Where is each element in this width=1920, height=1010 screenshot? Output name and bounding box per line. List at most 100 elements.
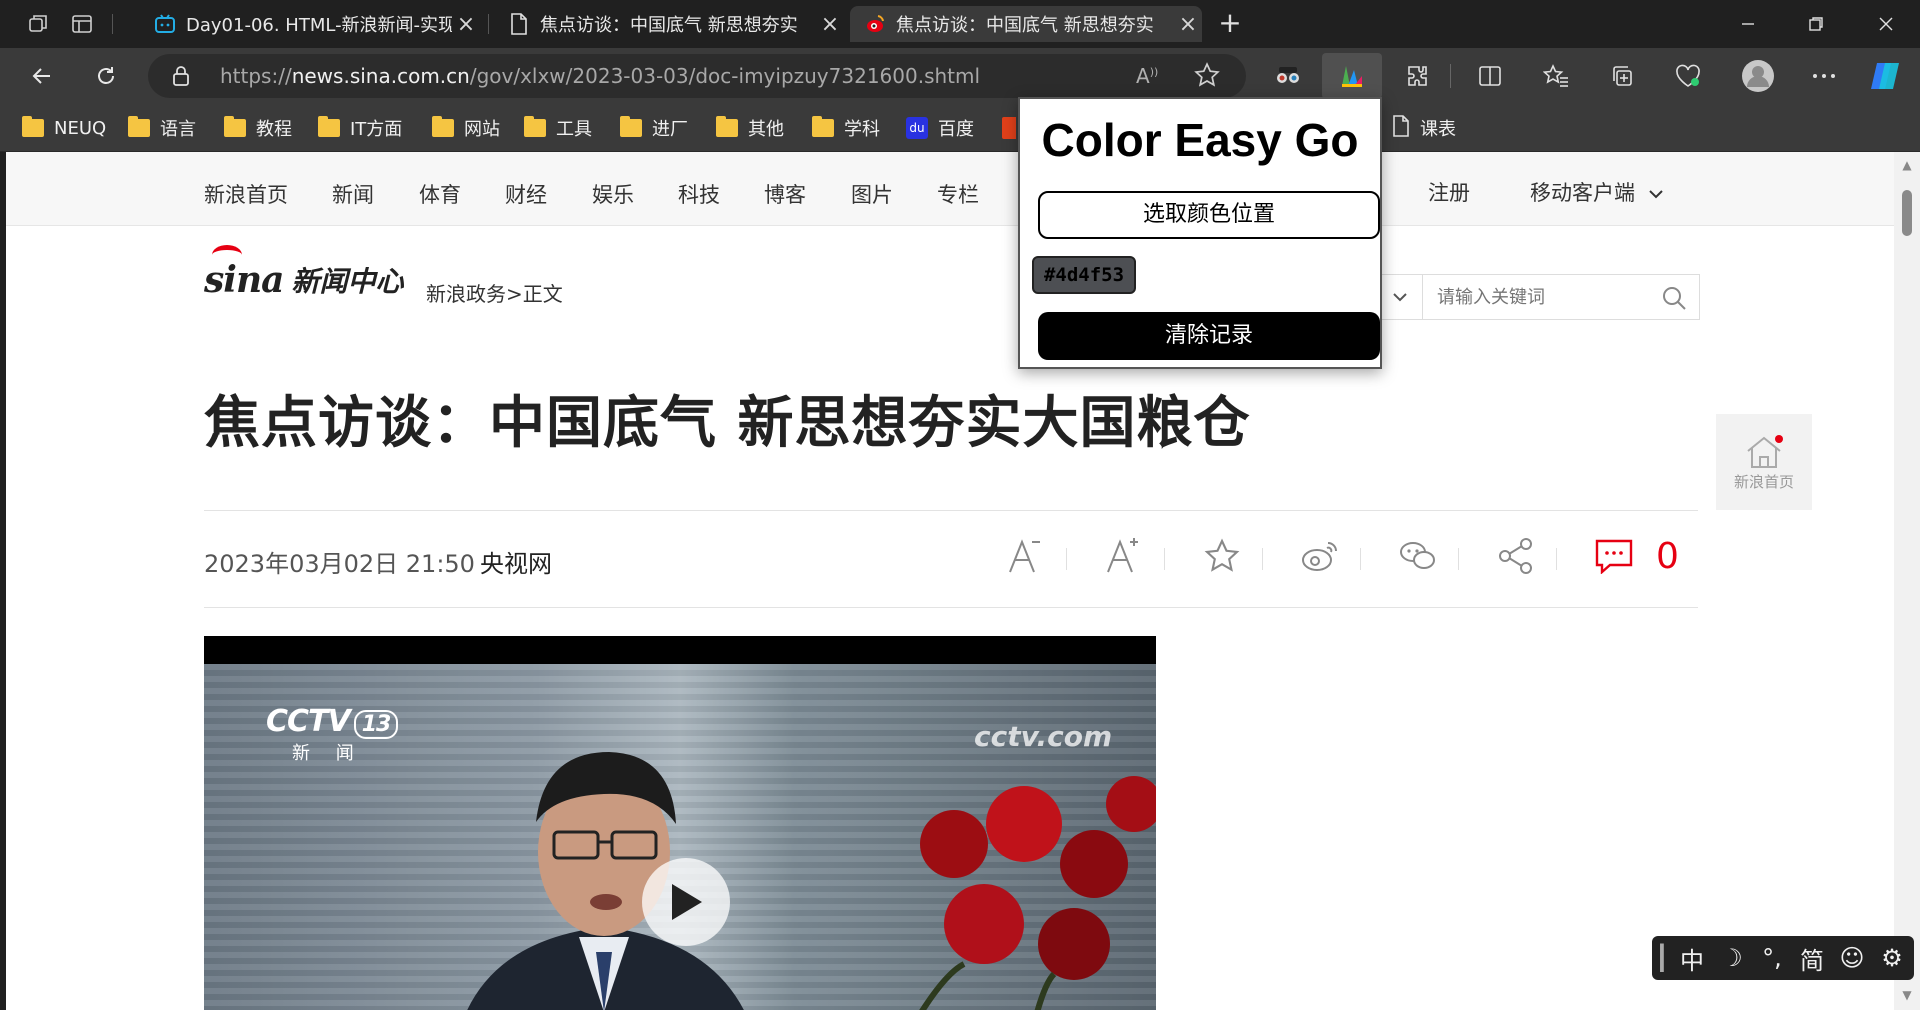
- minimize-icon[interactable]: [1714, 0, 1782, 48]
- folder-icon: [620, 116, 642, 137]
- cctv13-logo: CCTV 13 新 闻: [266, 704, 399, 765]
- bookmark-folder[interactable]: 其他: [716, 114, 784, 142]
- bookmark-folder[interactable]: 学科: [812, 114, 880, 142]
- search-scope-dropdown[interactable]: [1376, 274, 1422, 320]
- play-button[interactable]: [642, 858, 730, 946]
- bookmarks-bar: NEUQ 语言 教程 IT方面 网站 工具 进厂 其他 学科 du 百度 课表: [0, 104, 1920, 152]
- play-icon: [672, 884, 702, 920]
- color-easy-go-extension-icon[interactable]: [1322, 53, 1382, 99]
- favorite-star-icon[interactable]: [1194, 62, 1220, 92]
- tab-2-active[interactable]: 焦点访谈：中国底气 新思想夯实 ×: [850, 6, 1202, 42]
- bookmark-folder[interactable]: NEUQ: [22, 114, 106, 142]
- bookmark-baidu[interactable]: du 百度: [906, 114, 974, 142]
- more-menu-icon[interactable]: [1806, 58, 1842, 94]
- ime-emoji-icon[interactable]: ☺: [1832, 944, 1872, 972]
- ime-simplified-mode[interactable]: 简: [1792, 941, 1832, 976]
- tab-0[interactable]: Day01-06. HTML-新浪新闻-实现新 ×: [140, 6, 480, 42]
- video-player[interactable]: CCTV 13 新 闻 cctv.com: [204, 636, 1156, 1010]
- bilibili-icon: [154, 13, 176, 35]
- bookmark-partial[interactable]: [1002, 114, 1016, 142]
- pick-color-button[interactable]: 选取颜色位置: [1038, 191, 1380, 239]
- restore-icon[interactable]: [1782, 0, 1850, 48]
- site-top-nav: 新浪首页 新闻 体育 财经 娱乐 科技 博客 图片 专栏 注册 移动客户端: [6, 152, 1894, 226]
- bookmark-folder[interactable]: 语言: [128, 114, 196, 142]
- nav-item[interactable]: 娱乐: [592, 152, 634, 238]
- browser-window: Day01-06. HTML-新浪新闻-实现新 × 焦点访谈：中国底气 新思想夯…: [0, 0, 1920, 1010]
- font-decrease-icon[interactable]: [1000, 530, 1052, 582]
- color-swatch[interactable]: #4d4f53: [1032, 256, 1136, 294]
- read-aloud-icon[interactable]: A)): [1136, 64, 1158, 88]
- breadcrumb-section[interactable]: 新浪政务: [426, 282, 506, 306]
- nav-item[interactable]: 新闻: [332, 152, 374, 238]
- share-icon[interactable]: [1490, 530, 1542, 582]
- close-tab-icon[interactable]: ×: [452, 12, 480, 37]
- comment-icon[interactable]: [1588, 530, 1640, 582]
- breadcrumb-current: 正文: [522, 282, 563, 306]
- nav-item[interactable]: 科技: [678, 152, 720, 238]
- home-icon: [1747, 434, 1783, 468]
- sina-news-logo[interactable]: sina 新闻中心: [204, 245, 403, 308]
- weibo-share-icon[interactable]: [1294, 530, 1346, 582]
- ime-toolbar: ┃ 中 ☽ °, 简 ☺ ⚙: [1652, 936, 1914, 980]
- ime-moon-icon[interactable]: ☽: [1712, 944, 1752, 972]
- bookmark-folder[interactable]: 网站: [432, 114, 500, 142]
- tab-actions-icon[interactable]: [62, 8, 102, 40]
- scroll-thumb[interactable]: [1902, 190, 1912, 236]
- wechat-share-icon[interactable]: [1392, 530, 1444, 582]
- tab-1[interactable]: 焦点访谈：中国底气 新思想夯实 ×: [494, 6, 844, 42]
- scroll-down-arrow-icon[interactable]: ▼: [1900, 988, 1914, 1002]
- back-icon[interactable]: [22, 56, 62, 96]
- bookmark-folder[interactable]: 工具: [524, 114, 592, 142]
- ime-drag-handle[interactable]: ┃: [1652, 944, 1672, 972]
- nav-item[interactable]: 图片: [851, 152, 893, 238]
- search-icon[interactable]: [1661, 285, 1687, 315]
- favorites-icon[interactable]: [1538, 58, 1574, 94]
- nav-item[interactable]: 博客: [764, 152, 806, 238]
- copilot-icon[interactable]: [1868, 58, 1904, 94]
- refresh-icon[interactable]: [86, 56, 126, 96]
- lock-icon[interactable]: [172, 65, 190, 91]
- bookmark-schedule[interactable]: 课表: [1392, 114, 1456, 142]
- close-tab-icon[interactable]: ×: [1174, 12, 1202, 37]
- workspaces-icon[interactable]: [18, 8, 58, 40]
- search-input[interactable]: [1437, 275, 1647, 319]
- video-frame: CCTV 13 新 闻 cctv.com: [204, 664, 1156, 1010]
- page-scrollbar[interactable]: ▲ ▼: [1894, 152, 1920, 1010]
- font-increase-icon[interactable]: [1098, 530, 1150, 582]
- collections-icon[interactable]: [1604, 58, 1640, 94]
- tab-title: Day01-06. HTML-新浪新闻-实现新: [186, 15, 452, 36]
- bookmark-folder[interactable]: IT方面: [318, 114, 402, 142]
- register-link[interactable]: 注册: [1428, 152, 1470, 234]
- profile-avatar[interactable]: [1738, 56, 1778, 96]
- url-text[interactable]: https://news.sina.com.cn/gov/xlxw/2023-0…: [220, 54, 980, 98]
- article-title: 焦点访谈：中国底气 新思想夯实大国粮仓: [204, 391, 1251, 456]
- ime-punctuation-icon[interactable]: °,: [1752, 944, 1792, 972]
- split-screen-icon[interactable]: [1472, 58, 1508, 94]
- nav-item[interactable]: 专栏: [937, 152, 979, 238]
- tab-title: 焦点访谈：中国底气 新思想夯实: [540, 15, 798, 36]
- ime-chinese-mode[interactable]: 中: [1672, 941, 1712, 976]
- close-window-icon[interactable]: [1852, 0, 1920, 48]
- nav-item[interactable]: 新浪首页: [204, 152, 288, 238]
- favorite-star-icon[interactable]: [1196, 530, 1248, 582]
- mobile-client-link[interactable]: 移动客户端: [1530, 152, 1664, 234]
- nav-item[interactable]: 财经: [505, 152, 547, 238]
- extension-glasses-icon[interactable]: [1270, 58, 1306, 94]
- bookmark-folder[interactable]: 进厂: [620, 114, 688, 142]
- nav-item[interactable]: 体育: [419, 152, 461, 238]
- bookmark-folder[interactable]: 教程: [224, 114, 292, 142]
- breadcrumb: 新浪政务>正文: [426, 278, 563, 307]
- ime-settings-icon[interactable]: ⚙: [1872, 944, 1912, 972]
- article-date: 2023年03月02日 21:50: [204, 550, 475, 578]
- article-source[interactable]: 央视网: [480, 544, 552, 579]
- clear-history-button[interactable]: 清除记录: [1038, 312, 1380, 360]
- red-flowers-decoration: [919, 776, 1156, 1010]
- sina-home-float-button[interactable]: 新浪首页: [1716, 414, 1812, 510]
- address-bar[interactable]: https://news.sina.com.cn/gov/xlxw/2023-0…: [148, 54, 1246, 98]
- browser-essentials-icon[interactable]: [1670, 58, 1706, 94]
- close-tab-icon[interactable]: ×: [816, 12, 844, 37]
- comment-count[interactable]: 0: [1656, 536, 1679, 577]
- scroll-up-arrow-icon[interactable]: ▲: [1900, 158, 1914, 172]
- extensions-puzzle-icon[interactable]: [1400, 58, 1436, 94]
- new-tab-button[interactable]: +: [1210, 8, 1250, 40]
